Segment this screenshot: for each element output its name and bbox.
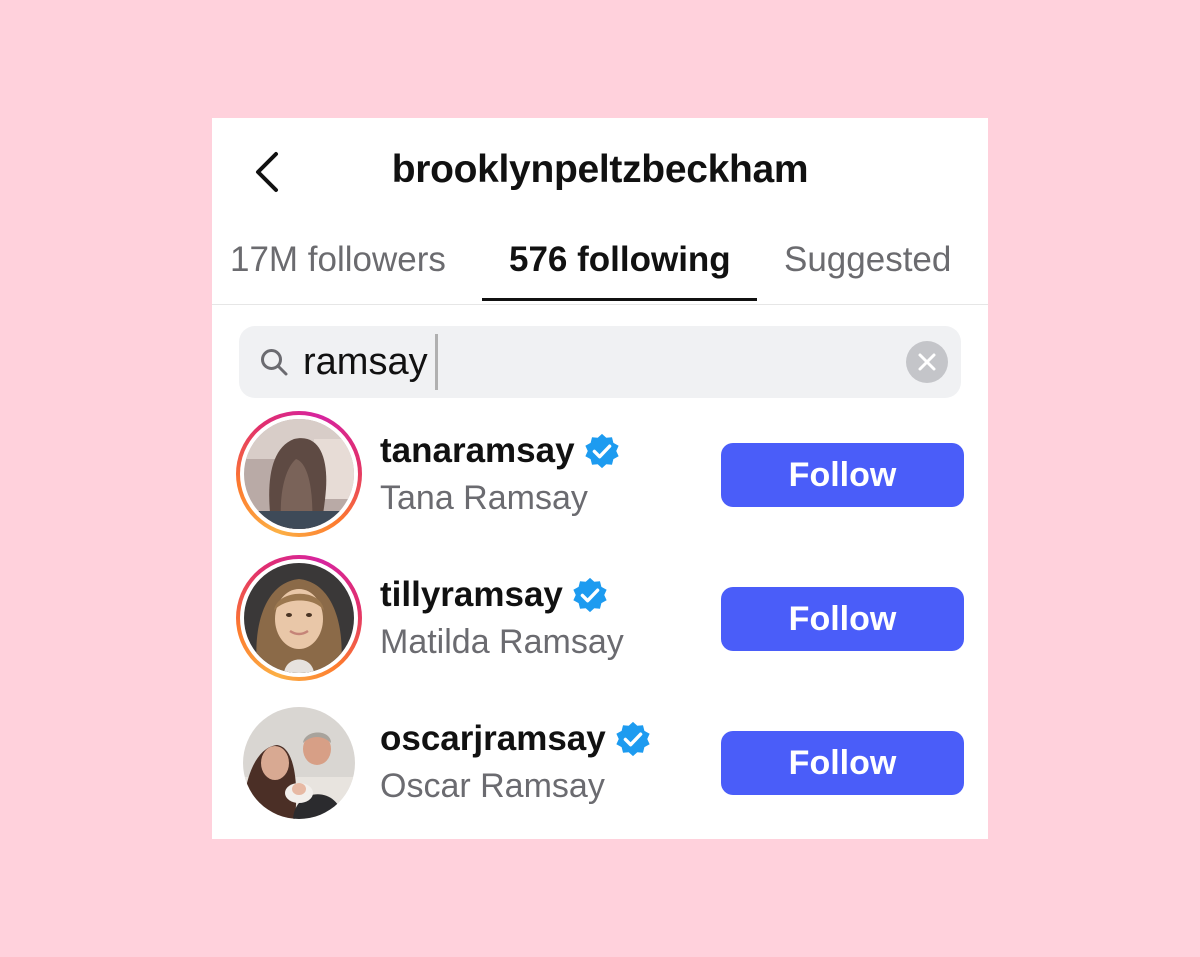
- text-cursor: [435, 334, 438, 390]
- avatar[interactable]: [243, 707, 355, 819]
- username[interactable]: tillyramsay: [380, 575, 609, 615]
- tab-suggested[interactable]: Suggested: [784, 240, 951, 280]
- tab-followers[interactable]: 17M followers: [230, 240, 446, 280]
- verified-badge-icon: [573, 577, 607, 613]
- tab-bar: 17M followers 576 following Suggested: [212, 230, 988, 305]
- header: brooklynpeltzbeckham: [212, 118, 988, 228]
- list-item[interactable]: tanaramsay Tana Ramsay Follow: [212, 411, 988, 541]
- full-name: Matilda Ramsay: [380, 623, 624, 661]
- search-bar: [239, 326, 961, 398]
- username[interactable]: oscarjramsay: [380, 719, 652, 759]
- verified-badge-icon: [616, 721, 650, 757]
- username[interactable]: tanaramsay: [380, 431, 621, 471]
- follow-button[interactable]: Follow: [721, 731, 964, 795]
- active-tab-indicator: [482, 298, 757, 301]
- tab-following[interactable]: 576 following: [509, 240, 731, 280]
- search-input[interactable]: [303, 338, 883, 386]
- follow-button[interactable]: Follow: [721, 443, 964, 507]
- verified-badge-icon: [584, 433, 619, 469]
- avatar[interactable]: [244, 419, 354, 529]
- following-list-panel: brooklynpeltzbeckham 17M followers 576 f…: [212, 118, 988, 839]
- profile-username-title: brooklynpeltzbeckham: [391, 148, 809, 191]
- full-name: Oscar Ramsay: [380, 767, 605, 805]
- clear-icon: [918, 353, 936, 371]
- full-name: Tana Ramsay: [380, 479, 588, 517]
- follow-button[interactable]: Follow: [721, 587, 964, 651]
- list-item[interactable]: tillyramsay Matilda Ramsay Follow: [212, 555, 988, 685]
- search-icon: [261, 349, 288, 376]
- list-item[interactable]: oscarjramsay Oscar Ramsay Follow: [212, 699, 988, 829]
- clear-search-button[interactable]: [906, 341, 948, 383]
- avatar[interactable]: [244, 563, 354, 673]
